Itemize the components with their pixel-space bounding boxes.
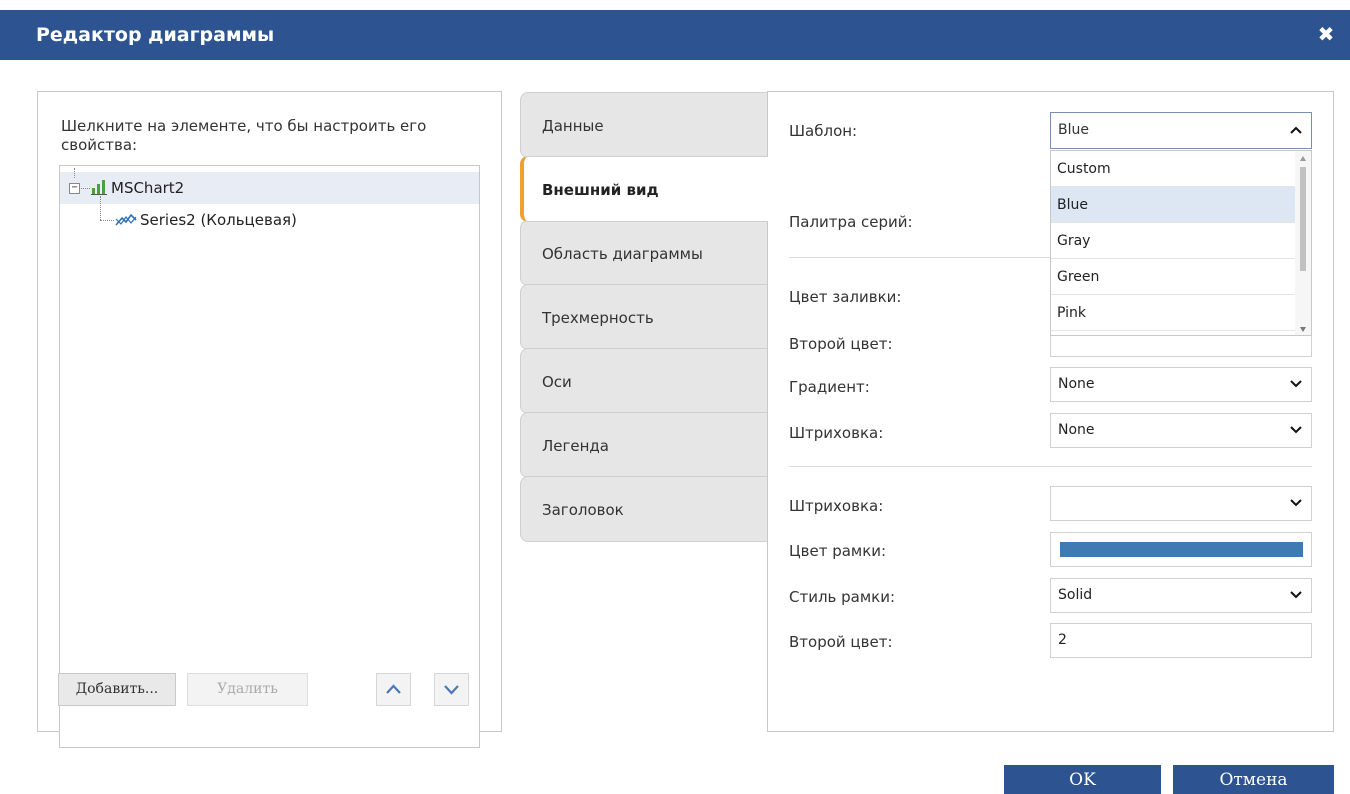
tab-chart-area[interactable]: Область диаграммы (520, 220, 768, 286)
template-option-blue[interactable]: Blue (1051, 187, 1295, 223)
border-color-label: Цвет рамки: (789, 542, 887, 560)
tree-item-label: Series2 (Кольцевая) (140, 211, 297, 229)
hatch-value: None (1058, 422, 1095, 438)
divider (789, 466, 1312, 467)
tab-axes[interactable]: Оси (520, 348, 768, 414)
gradient-select[interactable]: None (1050, 367, 1312, 402)
gradient-label: Градиент: (789, 378, 870, 396)
gradient-value: None (1058, 376, 1095, 392)
template-option-pink[interactable]: Pink (1051, 295, 1295, 331)
second-color2-value: 2 (1058, 632, 1067, 648)
chevron-down-icon (1289, 414, 1303, 460)
tab-appearance[interactable]: Внешний вид (520, 156, 768, 222)
second-color2-input[interactable]: 2 (1050, 623, 1312, 658)
line-series-icon (115, 212, 137, 228)
tree-item-chart[interactable]: − MSChart2 (60, 168, 479, 204)
hatch-select[interactable]: None (1050, 413, 1312, 448)
tree-connector (100, 220, 114, 221)
template-option-green[interactable]: Green (1051, 259, 1295, 295)
tree-connector (81, 188, 90, 189)
cancel-button[interactable]: Отмена (1173, 765, 1334, 794)
template-select[interactable]: Blue (1050, 112, 1312, 149)
template-option-custom[interactable]: Custom (1051, 151, 1295, 187)
element-tree: − MSChart2 Series2 (Кольцевая) (59, 165, 480, 748)
tree-connector (74, 168, 75, 178)
template-label: Шаблон: (789, 122, 858, 140)
element-hint: Шелкните на элементе, что бы настроить е… (61, 117, 427, 154)
template-dropdown-list: Custom Blue Gray Green Pink (1050, 150, 1312, 336)
hatch-label: Штриховка: (789, 424, 884, 442)
dropdown-scrollbar[interactable] (1295, 151, 1311, 335)
chevron-down-icon (1289, 368, 1303, 414)
chevron-down-icon (1289, 579, 1303, 625)
border-style-select[interactable]: Solid (1050, 578, 1312, 613)
tab-3d[interactable]: Трехмерность (520, 284, 768, 350)
close-icon[interactable]: ✖ (1314, 22, 1338, 46)
tab-title[interactable]: Заголовок (520, 476, 768, 542)
dialog-title: Редактор диаграммы (36, 24, 275, 46)
dialog-titlebar: Редактор диаграммы ✖ (0, 10, 1350, 60)
hatch2-label: Штриховка: (789, 497, 884, 515)
tree-item-series[interactable]: Series2 (Кольцевая) (60, 196, 479, 236)
tab-legend[interactable]: Легенда (520, 412, 768, 478)
template-option-gray[interactable]: Gray (1051, 223, 1295, 259)
chevron-down-icon (1289, 487, 1303, 533)
border-style-label: Стиль рамки: (789, 588, 896, 606)
add-button[interactable]: Добавить... (58, 673, 176, 706)
tree-item-label: MSChart2 (111, 179, 185, 197)
ok-button[interactable]: OK (1004, 765, 1161, 794)
border-color-swatch[interactable] (1060, 542, 1303, 557)
border-style-value: Solid (1058, 587, 1093, 603)
move-up-button[interactable] (376, 673, 411, 706)
chevron-down-icon (444, 685, 459, 695)
fill-color-label: Цвет заливки: (789, 288, 902, 306)
element-panel: Шелкните на элементе, что бы настроить е… (37, 91, 502, 748)
bar-chart-icon (91, 179, 107, 195)
second-color2-label: Второй цвет: (789, 633, 893, 651)
template-value: Blue (1058, 122, 1089, 138)
palette-label: Палитра серий: (789, 213, 913, 231)
second-color-label: Второй цвет: (789, 335, 893, 353)
hatch2-select[interactable] (1050, 486, 1312, 521)
collapse-icon[interactable]: − (69, 183, 80, 194)
tab-data[interactable]: Данные (520, 92, 768, 158)
chevron-up-icon (386, 684, 401, 694)
tree-connector (100, 196, 101, 220)
delete-button[interactable]: Удалить (187, 673, 308, 706)
move-down-button[interactable] (434, 673, 469, 706)
